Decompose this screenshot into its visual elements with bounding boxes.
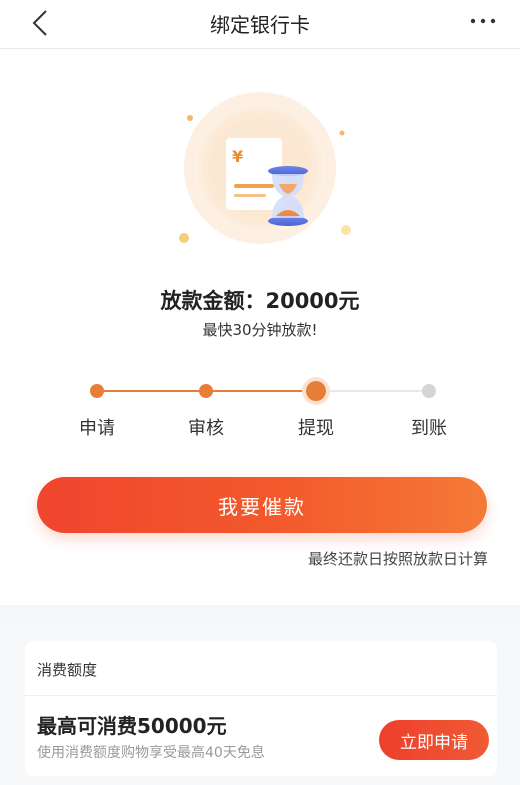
step-dot-review xyxy=(199,384,213,398)
loan-speed-note: 最快30分钟放款! xyxy=(202,321,318,339)
step-dot-withdraw xyxy=(306,381,326,401)
urge-payment-button[interactable]: 我要催款 xyxy=(37,477,487,533)
step-label-apply: 申请 xyxy=(79,418,115,439)
step-label-review: 审核 xyxy=(188,418,224,439)
document-hourglass-icon: ¥ xyxy=(179,92,351,244)
credit-card-panel: 消费额度 最高可消费50000元 使用消费额度购物享受最高40天免息 立即申请 xyxy=(25,641,497,776)
step-line-pending xyxy=(317,390,427,392)
progress-steps: 申请 审核 提现 到账 xyxy=(40,380,480,440)
repayment-note: 最终还款日按照放款日计算 xyxy=(307,550,488,568)
credit-limit-text: 最高可消费50000元 xyxy=(37,714,227,738)
section-divider xyxy=(0,605,520,625)
ellipsis-icon[interactable] xyxy=(470,16,496,26)
step-label-arrive: 到账 xyxy=(411,418,447,439)
step-dot-apply xyxy=(90,384,104,398)
card-header: 消费额度 xyxy=(25,641,497,696)
loan-amount: 放款金额：20000元 xyxy=(160,289,360,313)
credit-benefit-text: 使用消费额度购物享受最高40天免息 xyxy=(37,745,265,761)
currency-symbol: ¥ xyxy=(232,147,243,166)
apply-now-button[interactable]: 立即申请 xyxy=(379,720,489,760)
step-dot-arrive xyxy=(422,384,436,398)
card-title: 消费额度 xyxy=(37,661,98,679)
navigation-bar: 绑定银行卡 xyxy=(0,0,520,49)
page-title: 绑定银行卡 xyxy=(210,13,310,37)
step-label-withdraw: 提现 xyxy=(298,418,334,439)
